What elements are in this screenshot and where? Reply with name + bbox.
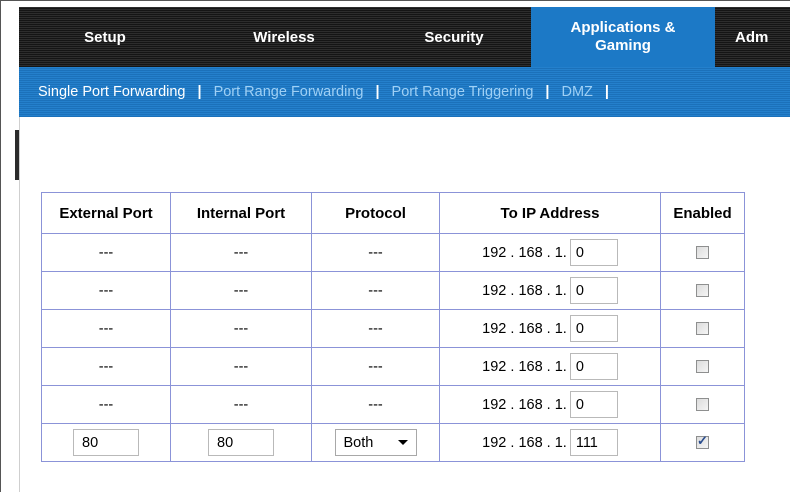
top-nav: Setup Wireless Security Applications & G… [19,7,790,67]
table-row: --- --- --- 192 . 168 . 1. 0 [41,233,745,272]
table-row: --- --- --- 192 . 168 . 1. 0 [41,385,745,424]
ip-last-octet-input[interactable]: 0 [569,277,618,304]
chevron-down-icon [397,440,408,445]
internal-port-input[interactable]: 80 [208,429,274,456]
subnav-separator: | [545,84,550,100]
enabled-cell [660,233,745,272]
ip-address-cell: 192 . 168 . 1. 0 [439,309,661,348]
external-port-cell: --- [41,233,171,272]
protocol-select-value: Both [343,434,374,451]
enabled-checkbox[interactable] [696,322,709,336]
tab-setup[interactable]: Setup [19,7,191,67]
tab-wireless-label: Wireless [253,28,315,46]
subnav-separator: | [375,84,380,100]
tab-administration-label: Adm [735,28,769,46]
enabled-checkbox[interactable] [696,360,709,374]
ip-last-octet-input[interactable]: 0 [569,391,618,418]
subtab-dmz[interactable]: DMZ [561,84,592,100]
enabled-checkbox[interactable] [696,284,709,298]
ip-prefix: 192 . 168 . 1. [482,434,567,451]
table-row: --- --- --- 192 . 168 . 1. 0 [41,347,745,386]
subtab-single-port-forwarding[interactable]: Single Port Forwarding [38,84,186,100]
header-internal-port: Internal Port [170,192,312,234]
header-external-port: External Port [41,192,171,234]
external-port-cell: --- [41,347,171,386]
external-port-cell: --- [41,271,171,310]
subnav-separator: | [604,84,609,100]
subtab-port-range-forwarding[interactable]: Port Range Forwarding [214,84,364,100]
ip-last-octet-input[interactable]: 0 [569,315,618,342]
header-to-ip-address: To IP Address [439,192,661,234]
enabled-cell [660,309,745,348]
table-header-row: External Port Internal Port Protocol To … [41,192,745,234]
ip-last-octet-input[interactable]: 0 [569,239,618,266]
tab-applications-gaming-label: Applications & Gaming [570,19,676,54]
table-row: --- --- --- 192 . 168 . 1. 0 [41,309,745,348]
table-row: --- --- --- 192 . 168 . 1. 0 [41,271,745,310]
tab-setup-label: Setup [84,28,126,46]
ip-address-cell: 192 . 168 . 1. 0 [439,347,661,386]
ip-prefix: 192 . 168 . 1. [482,320,567,337]
subtab-port-range-triggering[interactable]: Port Range Triggering [392,84,534,100]
enabled-checkbox[interactable] [696,398,709,412]
tab-applications-gaming[interactable]: Applications & Gaming [531,7,715,67]
port-forwarding-table: External Port Internal Port Protocol To … [41,192,745,462]
tab-security-label: Security [424,28,484,46]
protocol-cell: Both [311,423,440,462]
ip-last-octet-input[interactable]: 0 [569,353,618,380]
enabled-cell [660,385,745,424]
ip-address-cell: 192 . 168 . 1. 0 [439,233,661,272]
protocol-cell: --- [311,233,440,272]
external-port-cell: --- [41,309,171,348]
tab-wireless[interactable]: Wireless [191,7,377,67]
enabled-checkbox[interactable] [696,433,709,450]
internal-port-cell: --- [170,385,312,424]
ip-prefix: 192 . 168 . 1. [482,282,567,299]
ip-prefix: 192 . 168 . 1. [482,358,567,375]
subnav-separator: | [197,84,202,100]
enabled-cell [660,271,745,310]
enabled-cell [660,423,745,462]
enabled-cell [660,347,745,386]
ip-address-cell: 192 . 168 . 1. 111 [439,423,661,462]
left-edge-bar [15,130,19,180]
header-protocol: Protocol [311,192,440,234]
ip-address-cell: 192 . 168 . 1. 0 [439,271,661,310]
protocol-cell: --- [311,385,440,424]
tab-administration[interactable]: Adm [715,7,790,67]
internal-port-cell: --- [170,347,312,386]
header-enabled: Enabled [660,192,745,234]
protocol-select[interactable]: Both [334,429,417,456]
protocol-cell: --- [311,347,440,386]
external-port-cell: --- [41,385,171,424]
tab-security[interactable]: Security [377,7,531,67]
external-port-input[interactable]: 80 [73,429,139,456]
internal-port-cell: --- [170,271,312,310]
protocol-cell: --- [311,309,440,348]
external-port-cell: 80 [41,423,171,462]
sub-nav: Single Port Forwarding | Port Range Forw… [19,67,790,117]
ip-prefix: 192 . 168 . 1. [482,396,567,413]
ip-last-octet-input[interactable]: 111 [569,429,618,456]
ip-prefix: 192 . 168 . 1. [482,244,567,261]
table-row: 80 80 Both 192 . 168 . 1. 111 [41,423,745,462]
internal-port-cell: 80 [170,423,312,462]
internal-port-cell: --- [170,309,312,348]
internal-port-cell: --- [170,233,312,272]
ip-address-cell: 192 . 168 . 1. 0 [439,385,661,424]
protocol-cell: --- [311,271,440,310]
enabled-checkbox[interactable] [696,246,709,260]
